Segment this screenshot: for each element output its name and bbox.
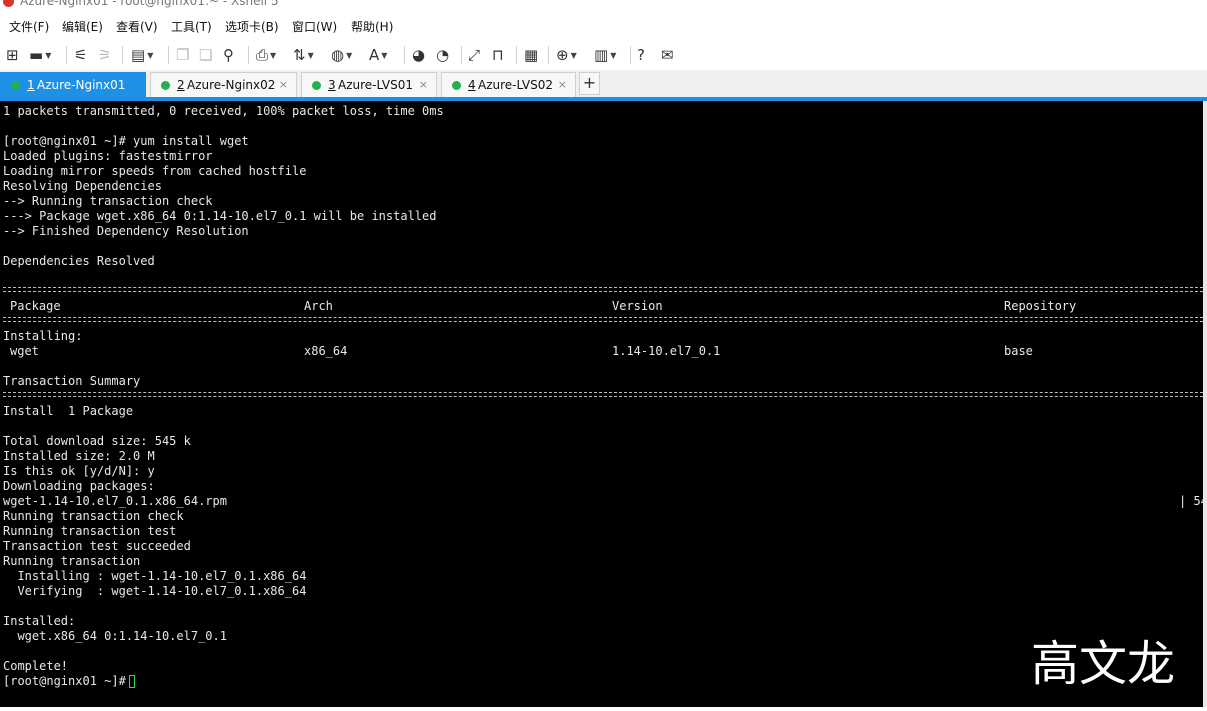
summary-title: Transaction Summary <box>3 374 141 388</box>
close-icon[interactable]: × <box>419 78 428 91</box>
install-count: Install 1 Package <box>3 404 134 418</box>
window-title: Azure-Nginx01 - root@nginx01:~ - Xshell … <box>20 0 279 8</box>
row-package: wget <box>10 344 39 358</box>
terminal-line: Loaded plugins: fastestmirror <box>3 149 213 163</box>
header-repository: Repository <box>1004 299 1077 313</box>
find-icon[interactable]: ⚲ <box>223 45 234 65</box>
terminal-line: wget.x86_64 0:1.14-10.el7_0.1 <box>3 629 227 643</box>
terminal-line: --> Finished Dependency Resolution <box>3 224 249 238</box>
open-folder-icon[interactable]: ▬ ▼ <box>29 45 51 65</box>
new-session-icon[interactable]: ⊞ <box>6 45 19 65</box>
terminal-line: --> Running transaction check <box>3 194 213 208</box>
terminal-line: Running transaction check <box>3 509 184 523</box>
transfer-icon[interactable]: ⇅ ▼ <box>293 45 314 65</box>
terminal-line: Verifying : wget-1.14-10.el7_0.1.x86_64 <box>3 584 307 598</box>
tab-number: 2 <box>177 78 185 92</box>
tab-label: Azure-Nginx01 <box>37 78 126 92</box>
terminal-line: Resolving Dependencies <box>3 179 162 193</box>
download-progress-fragment: | 54 <box>1179 494 1203 508</box>
terminal-line: ---> Package wget.x86_64 0:1.14-10.el7_0… <box>3 209 437 223</box>
close-icon[interactable]: × <box>558 78 567 91</box>
terminal-line: wget-1.14-10.el7_0.1.x86_64.rpm <box>3 494 227 508</box>
font-icon[interactable]: A ▼ <box>369 45 387 65</box>
tab-azure-nginx01[interactable]: 1 Azure-Nginx01 <box>0 72 146 97</box>
keyboard-icon[interactable]: ▦ <box>524 45 538 65</box>
row-arch: x86_64 <box>304 344 348 358</box>
tab-number: 3 <box>328 78 336 92</box>
tab-azure-nginx02[interactable]: 2 Azure-Nginx02 × <box>150 72 297 97</box>
header-arch: Arch <box>304 299 333 313</box>
terminal-line: Loading mirror speeds from cached hostfi… <box>3 164 307 178</box>
separator-rule <box>3 287 1203 292</box>
tab-number: 4 <box>468 78 476 92</box>
menu-help[interactable]: 帮助(H) <box>351 18 393 35</box>
connected-status-icon <box>452 81 461 90</box>
terminal-line: 1 packets transmitted, 0 received, 100% … <box>3 104 444 118</box>
disconnect-icon[interactable]: ⚞ <box>98 45 111 65</box>
help-icon[interactable]: ? <box>637 45 645 65</box>
properties-icon[interactable]: ▤ ▼ <box>131 45 153 65</box>
connected-status-icon <box>11 81 20 90</box>
fullscreen-icon[interactable]: ⤢ <box>468 45 480 65</box>
toolbar: ⊞ ▬ ▼ ⚟ ⚞ ▤ ▼ ❐ ❏ ⚲ ⎙ ▼ ⇅ ▼ ◍ ▼ A ▼ ◕ ◔ ⤢ ⊓ ▦ … <box>0 40 1207 70</box>
menu-file[interactable]: 文件(F) <box>9 18 49 35</box>
vertical-scrollbar[interactable] <box>1203 101 1207 707</box>
terminal-line: Running transaction <box>3 554 141 568</box>
connected-status-icon <box>312 81 321 90</box>
header-package: Package <box>10 299 61 313</box>
row-repository: base <box>1004 344 1033 358</box>
separator-rule <box>3 317 1203 322</box>
title-bar: Azure-Nginx01 - root@nginx01:~ - Xshell … <box>0 0 1207 12</box>
terminal-line: [root@nginx01 ~]# yum install wget <box>3 134 249 148</box>
terminal-line: Complete! <box>3 659 69 673</box>
separator-rule <box>3 392 1203 397</box>
row-version: 1.14-10.el7_0.1 <box>612 344 721 358</box>
menu-bar: 文件(F) 编辑(E) 查看(V) 工具(T) 选项卡(B) 窗口(W) 帮助(… <box>0 14 1207 38</box>
menu-tools[interactable]: 工具(T) <box>171 18 212 35</box>
menu-tabs[interactable]: 选项卡(B) <box>225 18 279 35</box>
compose-icon[interactable]: ⊕ ▼ <box>556 45 577 65</box>
connected-status-icon <box>161 81 170 90</box>
terminal-line: Total download size: 545 k <box>3 434 191 448</box>
header-version: Version <box>612 299 663 313</box>
terminal-line: Is this ok [y/d/N]: y <box>3 464 155 478</box>
xftp-icon[interactable]: ◕ <box>412 45 425 65</box>
close-icon[interactable]: × <box>279 78 288 91</box>
terminal-line: Downloading packages: <box>3 479 155 493</box>
add-tab-button[interactable]: + <box>579 72 600 95</box>
tab-azure-lvs01[interactable]: 3 Azure-LVS01 × <box>301 72 437 97</box>
tab-label: Azure-LVS01 <box>338 78 413 92</box>
print-icon[interactable]: ⎙ ▼ <box>256 45 276 65</box>
terminal-line: Installed size: 2.0 M <box>3 449 155 463</box>
session-tab-bar: 1 Azure-Nginx01 2 Azure-Nginx02 × 3 Azur… <box>0 70 1207 97</box>
paste-icon[interactable]: ❏ <box>199 45 212 65</box>
chat-icon[interactable]: ✉ <box>661 45 674 65</box>
tab-number: 1 <box>27 78 35 92</box>
watermark: 高文龙 <box>1031 636 1176 692</box>
xshell-app-icon[interactable] <box>3 0 14 7</box>
tab-label: Azure-Nginx02 <box>187 78 276 92</box>
copy-icon[interactable]: ❐ <box>176 45 189 65</box>
terminal[interactable]: 1 packets transmitted, 0 received, 100% … <box>0 101 1203 707</box>
terminal-line: Installing : wget-1.14-10.el7_0.1.x86_64 <box>3 569 307 583</box>
reconnect-icon[interactable]: ⚟ <box>74 45 87 65</box>
tab-label: Azure-LVS02 <box>478 78 553 92</box>
menu-edit[interactable]: 编辑(E) <box>62 18 103 35</box>
lock-icon[interactable]: ⊓ <box>492 45 504 65</box>
terminal-line: Dependencies Resolved <box>3 254 155 268</box>
layout-icon[interactable]: ▥ ▼ <box>594 45 616 65</box>
xshell-tunnel-icon[interactable]: ◔ <box>436 45 449 65</box>
terminal-line: Installed: <box>3 614 76 628</box>
web-icon[interactable]: ◍ ▼ <box>331 45 352 65</box>
installing-label: Installing: <box>3 329 83 343</box>
terminal-line: Running transaction test <box>3 524 177 538</box>
terminal-prompt: [root@nginx01 ~]# <box>3 674 134 688</box>
menu-view[interactable]: 查看(V) <box>116 18 158 35</box>
tab-azure-lvs02[interactable]: 4 Azure-LVS02 × <box>441 72 576 97</box>
terminal-cursor <box>129 675 135 688</box>
menu-window[interactable]: 窗口(W) <box>292 18 337 35</box>
terminal-line: Transaction test succeeded <box>3 539 191 553</box>
